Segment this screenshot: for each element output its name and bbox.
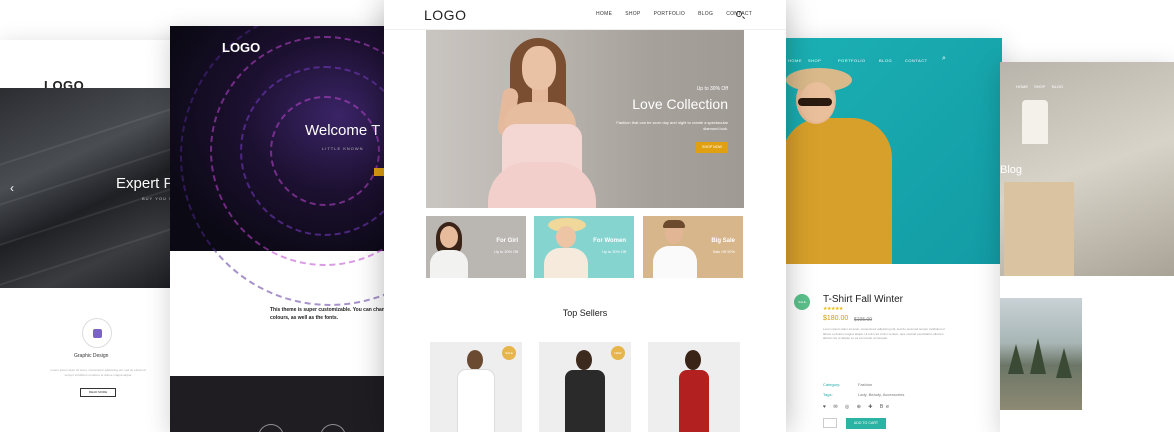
- category-sub: Up to 30% Off: [494, 250, 518, 254]
- product-red-dress: [679, 370, 709, 432]
- nav-shop[interactable]: SHOP: [625, 11, 640, 17]
- hero-promo: Up to 30% Off: [696, 86, 728, 92]
- mockup-blog: HOME SHOP BLOG Blog: [1000, 62, 1174, 432]
- product-tshirt: [458, 370, 494, 432]
- sale-badge: SALE: [794, 294, 810, 310]
- category-title: Big Sale: [711, 238, 735, 244]
- landscape-image: [1000, 298, 1082, 410]
- model-face: [440, 226, 458, 248]
- hero-banner: Up to 30% Off Love Collection Fashion th…: [426, 30, 744, 208]
- model-sunglasses: [798, 98, 832, 106]
- mockup-blog-nav-item[interactable]: HOME: [1016, 84, 1028, 89]
- nav-home[interactable]: HOME: [596, 11, 612, 17]
- mockup-blog-hero: HOME SHOP BLOG Blog: [1000, 62, 1174, 276]
- feature-grid-icon: [82, 318, 112, 348]
- mockup-product-nav-item[interactable]: PORTFOLIO: [838, 58, 866, 63]
- mockup-left-feature-title: Graphic Design: [74, 353, 109, 359]
- sale-badge: SALE: [502, 346, 516, 360]
- product-card[interactable]: SALE: [430, 342, 522, 432]
- model-sweater: [782, 118, 892, 264]
- nav-portfolio[interactable]: PORTFOLIO: [654, 11, 686, 17]
- mockup-left-hero-title: Expert P: [116, 175, 174, 192]
- hero-title: Love Collection: [632, 96, 728, 112]
- mockup-second: LOGO Welcome T LITTLE KNOWN This theme i…: [170, 26, 410, 432]
- mockup-blog-nav-item[interactable]: SHOP: [1034, 84, 1045, 89]
- product-card[interactable]: [648, 342, 740, 432]
- tags-value[interactable]: Lady, Beauty, Accessories: [858, 392, 904, 397]
- search-icon[interactable]: ⌕: [942, 55, 946, 63]
- product-description: Lorem ipsum dolor sit amet, consectetur …: [823, 327, 946, 340]
- mockup-left-read-more-button[interactable]: READ MORE: [80, 388, 116, 397]
- carousel-prev-icon[interactable]: ‹: [10, 181, 14, 195]
- mockup-product-nav-item[interactable]: HOME: [788, 58, 802, 63]
- category-label: Category:: [823, 382, 841, 387]
- mockup-blog-nav-item[interactable]: BLOG: [1052, 84, 1063, 89]
- category-banners: For Girl Up to 30% Off For Women Up to 3…: [426, 216, 744, 278]
- product-dress: [565, 370, 605, 432]
- top-sellers-title: Top Sellers: [562, 308, 608, 318]
- site-header: LOGO HOME SHOP PORTFOLIO BLOG CONTACT: [384, 0, 786, 30]
- site-logo[interactable]: LOGO: [424, 7, 466, 23]
- mockup-second-footer: [170, 376, 410, 432]
- tags-label: Tags:: [823, 392, 833, 397]
- model-face: [522, 46, 556, 90]
- category-title: For Women: [593, 238, 626, 244]
- category-value[interactable]: Fashion: [858, 382, 872, 387]
- main-mockup: LOGO HOME SHOP PORTFOLIO BLOG CONTACT Up…: [384, 0, 786, 432]
- mockup-second-hero-title: Welcome T: [305, 122, 381, 139]
- product-price-old: $195.00: [854, 317, 873, 323]
- mockup-second-hero-sub: LITTLE KNOWN: [322, 146, 364, 151]
- category-banner-girl[interactable]: For Girl Up to 30% Off: [426, 216, 526, 278]
- mockup-blog-title: Blog: [1000, 164, 1023, 176]
- category-sub: Sale Off 50%: [712, 250, 735, 254]
- model-face: [556, 226, 576, 248]
- quantity-stepper[interactable]: [823, 418, 837, 428]
- product-grid: SALE NEW: [430, 342, 740, 432]
- category-sub: Up to 30% Off: [602, 250, 626, 254]
- nav-blog[interactable]: BLOG: [698, 11, 713, 17]
- search-icon[interactable]: [736, 11, 742, 17]
- model-head: [685, 350, 701, 370]
- mockup-product-nav-item[interactable]: SHOP: [808, 58, 821, 63]
- category-title: For Girl: [496, 238, 518, 244]
- hero-description: Fashion that can be worn day and night t…: [616, 120, 728, 131]
- product-title: T-Shirt Fall Winter: [823, 294, 904, 305]
- cabinet-image: [1004, 182, 1074, 276]
- add-to-cart-button[interactable]: ADD TO CART: [846, 418, 886, 429]
- model-head: [467, 350, 483, 370]
- category-banner-sale[interactable]: Big Sale Sale Off 50%: [643, 216, 743, 278]
- model-dress-skirt: [488, 162, 596, 208]
- rating-stars: ★★★★★: [823, 306, 843, 312]
- showcase-stage: LOGO ‹ Expert P BUY YOU SPE... Graphic D…: [0, 0, 1174, 432]
- new-badge: NEW: [611, 346, 625, 360]
- lamp-image: [1022, 100, 1048, 144]
- mockup-left-feature-text: Lorem ipsum dolor sit amet, consectetur …: [50, 368, 146, 377]
- model-shoulders: [504, 102, 576, 126]
- model-shirt: [653, 246, 697, 278]
- category-banner-women[interactable]: For Women Up to 30% Off: [534, 216, 634, 278]
- shop-now-button[interactable]: SHOP NOW: [696, 142, 728, 153]
- model-hair: [663, 220, 685, 228]
- model-top: [430, 250, 468, 278]
- mockup-second-logo: LOGO: [222, 40, 261, 55]
- mockup-product-nav-item[interactable]: BLOG: [879, 58, 892, 63]
- mockup-product-hero: HOME SHOP PORTFOLIO BLOG CONTACT ⌕: [782, 38, 1002, 264]
- model-top: [544, 248, 588, 278]
- social-share-icons[interactable]: ♥ ✉ ◎ ⊕ ✚ Be: [823, 404, 892, 410]
- product-card[interactable]: NEW: [539, 342, 631, 432]
- model-head: [576, 350, 592, 370]
- mockup-product-nav-item[interactable]: CONTACT: [905, 58, 928, 63]
- mockup-product: HOME SHOP PORTFOLIO BLOG CONTACT ⌕ SALE …: [782, 38, 1002, 432]
- product-price: $180.00: [823, 315, 849, 322]
